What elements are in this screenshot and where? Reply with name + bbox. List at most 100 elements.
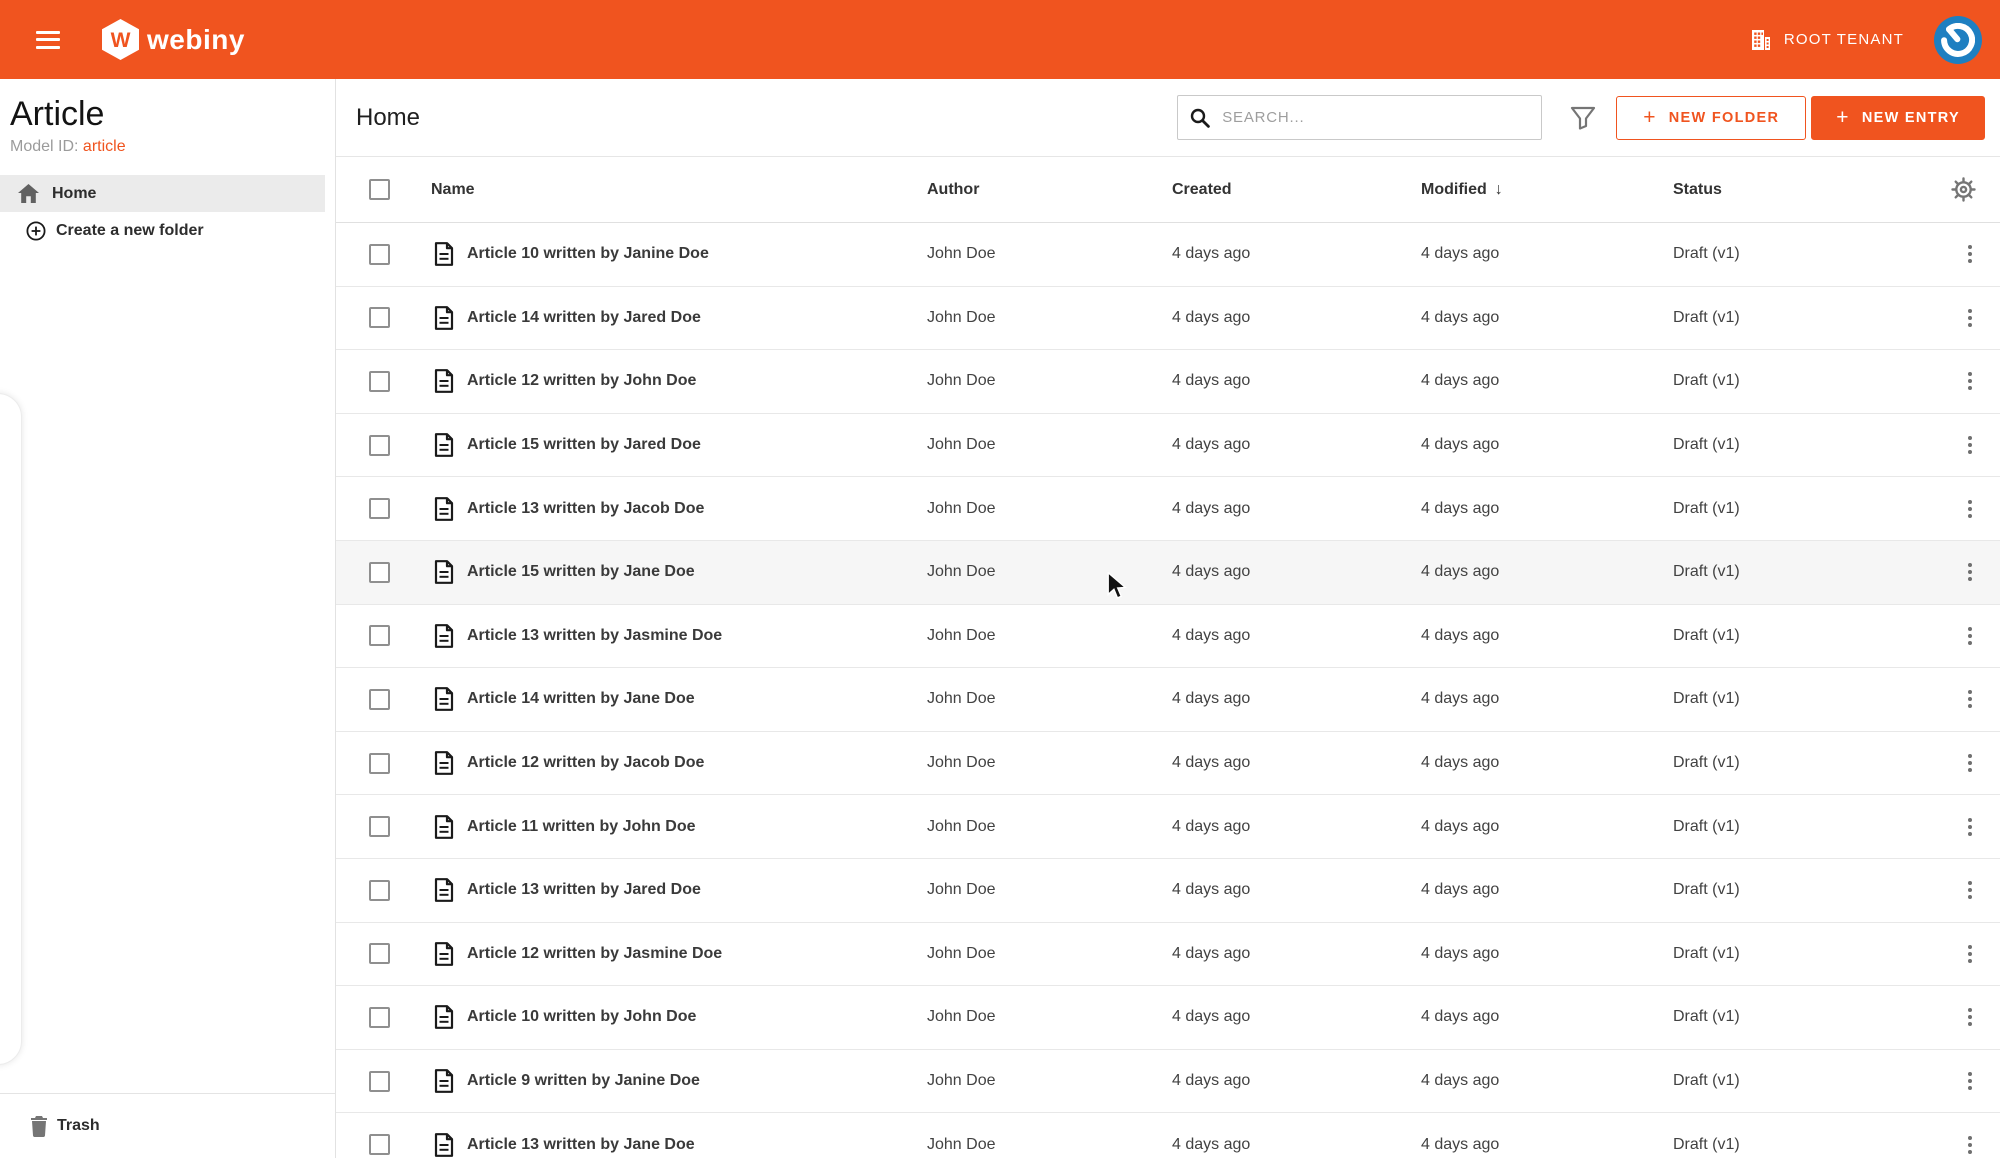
menu-icon[interactable] (36, 30, 60, 49)
plus-icon: + (1643, 106, 1657, 129)
table-row[interactable]: Article 12 written by Jacob Doe John Doe… (336, 732, 2000, 796)
table-row[interactable]: Article 14 written by Jared Doe John Doe… (336, 287, 2000, 351)
user-avatar[interactable] (1934, 15, 1982, 64)
entry-status: Draft (v1) (1673, 563, 1740, 581)
row-menu-button[interactable] (1964, 432, 1976, 458)
row-checkbox[interactable] (369, 1134, 390, 1156)
table-row[interactable]: Article 13 written by Jared Doe John Doe… (336, 859, 2000, 923)
entry-status: Draft (v1) (1673, 1008, 1740, 1026)
search-input[interactable] (1222, 109, 1530, 126)
entry-modified: 4 days ago (1421, 1008, 1500, 1026)
column-header-status[interactable]: Status (1673, 181, 1931, 199)
row-checkbox[interactable] (369, 498, 390, 520)
row-menu-button[interactable] (1964, 368, 1976, 394)
row-menu-button[interactable] (1964, 241, 1976, 267)
row-menu-button[interactable] (1964, 750, 1976, 776)
building-icon (1751, 29, 1770, 50)
entry-author: John Doe (927, 881, 996, 899)
row-checkbox[interactable] (369, 943, 390, 965)
entry-name[interactable]: Article 15 written by Jane Doe (467, 563, 695, 581)
kebab-icon (1964, 496, 1976, 522)
document-icon (434, 687, 454, 712)
table-row[interactable]: Article 13 written by Jane Doe John Doe … (336, 1113, 2000, 1158)
entry-name[interactable]: Article 13 written by Jacob Doe (467, 500, 704, 518)
entry-created: 4 days ago (1172, 372, 1251, 390)
row-checkbox[interactable] (369, 561, 390, 583)
filter-button[interactable] (1570, 106, 1596, 130)
row-menu-button[interactable] (1964, 559, 1976, 585)
table-row[interactable]: Article 12 written by John Doe John Doe … (336, 350, 2000, 414)
row-menu-button[interactable] (1964, 686, 1976, 712)
row-checkbox[interactable] (369, 370, 390, 392)
entry-name[interactable]: Article 12 written by Jacob Doe (467, 754, 704, 772)
select-all-checkbox[interactable] (369, 179, 390, 200)
table-row[interactable]: Article 15 written by Jared Doe John Doe… (336, 414, 2000, 478)
table-row[interactable]: Article 10 written by Janine Doe John Do… (336, 223, 2000, 287)
new-entry-label: NEW ENTRY (1861, 109, 1960, 126)
document-icon (434, 623, 454, 648)
row-checkbox[interactable] (369, 1006, 390, 1028)
column-header-modified[interactable]: Modified ↓ (1421, 181, 1673, 199)
trash-button[interactable]: Trash (0, 1093, 335, 1158)
column-header-name[interactable]: Name (431, 181, 927, 199)
row-menu-button[interactable] (1964, 496, 1976, 522)
table-row[interactable]: Article 9 written by Janine Doe John Doe… (336, 1050, 2000, 1114)
row-menu-button[interactable] (1964, 305, 1976, 331)
row-checkbox[interactable] (369, 879, 390, 901)
row-checkbox[interactable] (369, 243, 390, 265)
table-row[interactable]: Article 11 written by John Doe John Doe … (336, 795, 2000, 859)
entry-name[interactable]: Article 13 written by Jane Doe (467, 1136, 695, 1154)
entry-status: Draft (v1) (1673, 754, 1740, 772)
row-menu-button[interactable] (1964, 623, 1976, 649)
entry-name[interactable]: Article 15 written by Jared Doe (467, 436, 701, 454)
entry-name[interactable]: Article 12 written by John Doe (467, 372, 696, 390)
new-folder-button[interactable]: + NEW FOLDER (1616, 95, 1807, 140)
entry-name[interactable]: Article 13 written by Jared Doe (467, 881, 701, 899)
entry-name[interactable]: Article 9 written by Janine Doe (467, 1072, 700, 1090)
document-icon (434, 1005, 454, 1030)
entry-author: John Doe (927, 245, 996, 263)
row-checkbox[interactable] (369, 816, 390, 838)
entry-name[interactable]: Article 14 written by Jane Doe (467, 690, 695, 708)
row-checkbox[interactable] (369, 1070, 390, 1092)
table-row[interactable]: Article 10 written by John Doe John Doe … (336, 986, 2000, 1050)
row-menu-button[interactable] (1964, 877, 1976, 903)
entry-modified: 4 days ago (1421, 308, 1500, 326)
model-id-value[interactable]: article (83, 138, 126, 155)
table-row[interactable]: Article 12 written by Jasmine Doe John D… (336, 923, 2000, 987)
row-menu-button[interactable] (1964, 1068, 1976, 1094)
table-settings-button[interactable] (1951, 177, 1976, 202)
row-checkbox[interactable] (369, 688, 390, 710)
entry-name[interactable]: Article 14 written by Jared Doe (467, 309, 701, 327)
content-area: Home + NEW FOLDER + NEW ENTRY Name Autho… (336, 79, 2000, 1158)
row-menu-button[interactable] (1964, 941, 1976, 967)
row-checkbox[interactable] (369, 434, 390, 456)
table-row[interactable]: Article 13 written by Jasmine Doe John D… (336, 605, 2000, 669)
row-checkbox[interactable] (369, 625, 390, 647)
entry-status: Draft (v1) (1673, 1072, 1740, 1090)
create-folder-button[interactable]: Create a new folder (0, 212, 335, 249)
webiny-logo[interactable]: W webiny (102, 19, 245, 60)
trash-label: Trash (57, 1117, 100, 1134)
entry-name[interactable]: Article 12 written by Jasmine Doe (467, 945, 722, 963)
column-header-created[interactable]: Created (1172, 181, 1421, 199)
model-id: Model ID: article (10, 138, 325, 156)
new-entry-button[interactable]: + NEW ENTRY (1811, 95, 1985, 140)
entry-name[interactable]: Article 11 written by John Doe (467, 818, 696, 836)
row-menu-button[interactable] (1964, 1004, 1976, 1030)
table-row[interactable]: Article 15 written by Jane Doe John Doe … (336, 540, 2000, 605)
entry-name[interactable]: Article 13 written by Jasmine Doe (467, 627, 722, 645)
circle-plus-icon (26, 220, 46, 241)
row-checkbox[interactable] (369, 752, 390, 774)
entry-name[interactable]: Article 10 written by John Doe (467, 1008, 696, 1026)
row-menu-button[interactable] (1964, 1132, 1976, 1158)
entry-name[interactable]: Article 10 written by Janine Doe (467, 245, 709, 263)
table-row[interactable]: Article 13 written by Jacob Doe John Doe… (336, 477, 2000, 541)
row-checkbox[interactable] (369, 307, 390, 329)
sidebar-item-home[interactable]: Home (0, 175, 325, 212)
column-header-author[interactable]: Author (927, 181, 1172, 199)
kebab-icon (1964, 1004, 1976, 1030)
row-menu-button[interactable] (1964, 814, 1976, 840)
table-row[interactable]: Article 14 written by Jane Doe John Doe … (336, 668, 2000, 732)
tenant-selector[interactable]: ROOT TENANT (1749, 28, 1904, 52)
